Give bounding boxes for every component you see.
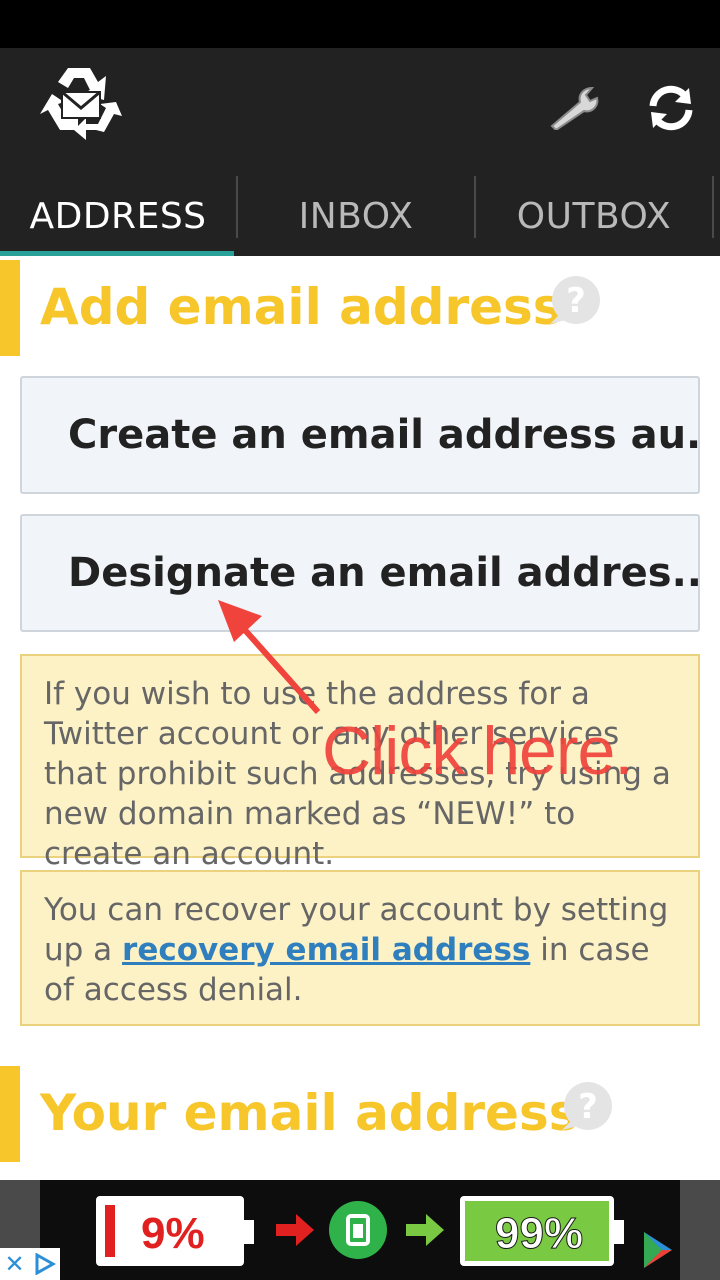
wrench-icon[interactable]	[544, 80, 606, 136]
arrow-right-icon	[406, 1214, 444, 1246]
close-icon[interactable]: ✕	[4, 1250, 24, 1278]
play-store-icon[interactable]	[640, 1230, 676, 1270]
help-icon[interactable]: ?	[546, 274, 604, 328]
tab-divider	[712, 176, 714, 238]
ad-banner[interactable]: 9% 99% ✕	[0, 1180, 720, 1280]
ad-border	[680, 1180, 720, 1280]
click-here-annotation: Click here.	[322, 713, 633, 789]
tab-outbox[interactable]: OUTBOX	[476, 176, 712, 256]
help-icon[interactable]: ?	[558, 1080, 616, 1134]
add-email-section-header: Add email address ?	[0, 260, 720, 356]
recovery-notice: You can recover your account by setting …	[20, 870, 700, 1026]
svg-text:?: ?	[578, 1087, 598, 1127]
svg-text:?: ?	[566, 281, 586, 321]
tab-bar: ADDRESS INBOX OUTBOX	[0, 176, 720, 256]
add-email-title: Add email address	[40, 278, 563, 336]
your-email-title: Your email address	[40, 1084, 579, 1142]
section-accent-bar	[0, 260, 20, 356]
tab-address[interactable]: ADDRESS	[0, 176, 236, 256]
designate-address-button[interactable]: Designate an email addres...	[20, 514, 700, 632]
ad-choices[interactable]: ✕	[0, 1248, 60, 1280]
create-address-button[interactable]: Create an email address au...	[20, 376, 700, 494]
app-bar: ADDRESS INBOX OUTBOX	[0, 48, 720, 256]
refresh-icon[interactable]	[640, 80, 702, 136]
battery-full-icon: 99%	[460, 1196, 614, 1266]
battery-nub	[614, 1220, 624, 1244]
recovery-email-link[interactable]: recovery email address	[122, 932, 530, 968]
battery-full-label: 99%	[494, 1209, 584, 1259]
adchoices-icon[interactable]	[34, 1253, 56, 1275]
tab-inbox[interactable]: INBOX	[238, 176, 474, 256]
battery-low-icon: 9%	[96, 1196, 244, 1266]
recycle-mail-icon[interactable]	[38, 64, 124, 144]
battery-low-label: 9%	[141, 1209, 205, 1258]
your-email-section-header: Your email address ?	[0, 1066, 720, 1162]
section-accent-bar	[0, 1066, 20, 1162]
status-bar	[0, 0, 720, 48]
battery-nub	[244, 1220, 254, 1244]
charger-icon	[329, 1201, 387, 1259]
arrow-right-icon	[276, 1214, 314, 1246]
